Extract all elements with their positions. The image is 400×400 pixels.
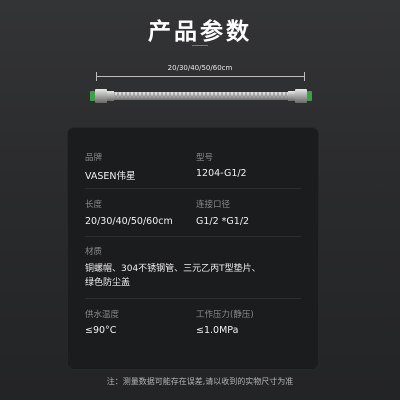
material-value-line1: 铜螺帽、304不锈钢管、三元乙丙T型垫片、 (85, 264, 261, 274)
water-temp-value: ≤90°C (85, 325, 117, 336)
model-label: 型号 (196, 153, 214, 163)
divider (85, 188, 301, 189)
ferrule-right (288, 91, 295, 101)
green-cap-right (307, 91, 312, 101)
disclaimer-note: 注：测量数据可能存在误差,请以收到的实物尺寸为准 (106, 377, 294, 386)
brand-label: 品牌 (85, 153, 103, 163)
ferrule-left (107, 91, 114, 101)
model-value: 1204-G1/2 (196, 168, 247, 179)
braided-hose-illustration (90, 89, 312, 103)
pressure-label: 工作压力(静压) (196, 310, 254, 320)
brass-nut-right (295, 89, 307, 103)
title-underline (192, 45, 208, 46)
length-value: 20/30/40/50/60cm (85, 216, 173, 227)
material-value-line2: 绿色防尘盖 (85, 278, 131, 288)
page-title: 产品参数 (148, 19, 252, 45)
divider (85, 298, 301, 299)
brand-value: VASEN伟星 (85, 171, 136, 182)
pressure-value: ≤1.0MPa (196, 325, 239, 336)
dimension-line (96, 76, 305, 77)
length-label: 长度 (85, 200, 103, 210)
divider (85, 236, 301, 237)
material-label: 材质 (85, 247, 103, 257)
braided-texture (114, 92, 288, 100)
dimension-tick-right (304, 72, 305, 81)
port-size-value: G1/2 *G1/2 (196, 216, 250, 227)
dimension-tick-left (96, 72, 97, 81)
water-temp-label: 供水温度 (85, 310, 120, 320)
port-size-label: 连接口径 (196, 200, 231, 210)
green-cap-left (90, 91, 95, 101)
dimension-label: 20/30/40/50/60cm (167, 64, 233, 72)
spec-card: 品牌 VASEN伟星 型号 1204-G1/2 长度 20/30/40/50/6… (68, 128, 318, 369)
brass-nut-left (95, 89, 107, 103)
